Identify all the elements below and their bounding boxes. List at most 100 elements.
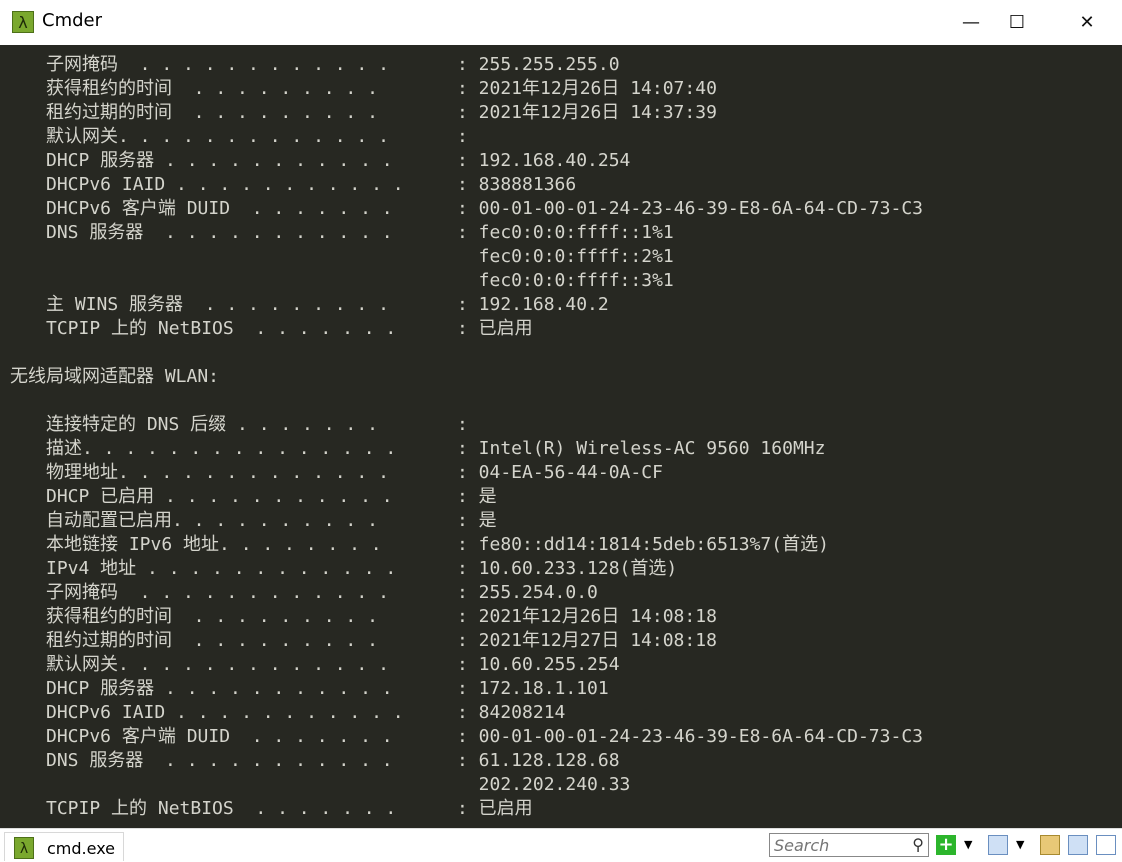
- field-label: DHCP 服务器 . . . . . . . . . . .: [46, 678, 404, 699]
- terminal-line: 默认网关. . . . . . . . . . . . . :: [0, 125, 1122, 149]
- field-value: : 2021年12月26日 14:37:39: [457, 102, 717, 123]
- field-value: fec0:0:0:ffff::3%1: [457, 270, 674, 291]
- field-label: 连接特定的 DNS 后缀 . . . . . . .: [46, 414, 389, 435]
- minimize-button[interactable]: —: [948, 0, 994, 45]
- field-value: fec0:0:0:ffff::2%1: [457, 246, 674, 267]
- field-label: DHCP 服务器 . . . . . . . . . . .: [46, 150, 404, 171]
- field-label: DHCP 已启用 . . . . . . . . . . .: [46, 486, 404, 507]
- field-value: :: [457, 126, 468, 147]
- field-label: 主 WINS 服务器 . . . . . . . . .: [46, 294, 400, 315]
- field-label: DHCPv6 IAID . . . . . . . . . . .: [46, 702, 415, 723]
- tab-label: cmd.exe: [47, 839, 116, 858]
- field-label: 获得租约的时间 . . . . . . . . .: [46, 606, 389, 627]
- field-value: : 10.60.255.254: [457, 654, 620, 675]
- field-label: 本地链接 IPv6 地址. . . . . . . .: [46, 534, 393, 555]
- field-value: : 61.128.128.68: [457, 750, 620, 771]
- window-title: Cmder: [42, 10, 103, 31]
- field-value: : 84208214: [457, 702, 566, 723]
- lock-icon[interactable]: [1040, 835, 1060, 855]
- terminal-line: DHCPv6 客户端 DUID . . . . . . . : 00-01-00…: [0, 197, 1122, 221]
- terminal-line: DHCP 已启用 . . . . . . . . . . . : 是: [0, 485, 1122, 509]
- terminal-line: 租约过期的时间 . . . . . . . . . : 2021年12月26日 …: [0, 101, 1122, 125]
- terminal-line: 连接特定的 DNS 后缀 . . . . . . . :: [0, 413, 1122, 437]
- scroll-icon[interactable]: [1068, 835, 1088, 855]
- chevron-down-icon[interactable]: ▼: [964, 838, 972, 851]
- field-value: : 00-01-00-01-24-23-46-39-E8-6A-64-CD-73…: [457, 726, 923, 747]
- field-value: : 2021年12月27日 14:08:18: [457, 630, 717, 651]
- field-label: 子网掩码 . . . . . . . . . . . .: [46, 54, 400, 75]
- search-box[interactable]: ⚲: [769, 833, 929, 857]
- terminal-line: 获得租约的时间 . . . . . . . . . : 2021年12月26日 …: [0, 77, 1122, 101]
- terminal-line: DHCP 服务器 . . . . . . . . . . . : 172.18.…: [0, 677, 1122, 701]
- field-label: IPv4 地址 . . . . . . . . . . . .: [46, 558, 408, 579]
- field-label: TCPIP 上的 NetBIOS . . . . . . .: [46, 798, 408, 819]
- field-value: : 已启用: [457, 798, 533, 819]
- field-value: : Intel(R) Wireless-AC 9560 160MHz: [457, 438, 826, 459]
- field-value: : fe80::dd14:1814:5deb:6513%7(首选): [457, 534, 829, 555]
- field-value: : 04-EA-56-44-0A-CF: [457, 462, 663, 483]
- field-label: DNS 服务器 . . . . . . . . . . .: [46, 750, 404, 771]
- close-button[interactable]: ✕: [1064, 0, 1110, 45]
- terminal-line: 描述. . . . . . . . . . . . . . . : Intel(…: [0, 437, 1122, 461]
- field-value: : 172.18.1.101: [457, 678, 609, 699]
- maximize-button[interactable]: ☐: [994, 0, 1040, 45]
- lambda-icon: λ: [12, 11, 34, 33]
- field-value: : 2021年12月26日 14:08:18: [457, 606, 717, 627]
- field-value: : 255.255.255.0: [457, 54, 620, 75]
- field-value: : fec0:0:0:ffff::1%1: [457, 222, 674, 243]
- terminal-line: DHCPv6 IAID . . . . . . . . . . . : 8388…: [0, 173, 1122, 197]
- search-icon[interactable]: ⚲: [912, 835, 924, 854]
- field-value: 202.202.240.33: [457, 774, 631, 795]
- title-bar: λ Cmder — ☐ ✕: [0, 0, 1122, 45]
- terminal-line: IPv4 地址 . . . . . . . . . . . . : 10.60.…: [0, 557, 1122, 581]
- terminal-line: 无线局域网适配器 WLAN:: [0, 365, 1122, 389]
- tab-cmd[interactable]: λ cmd.exe: [4, 832, 124, 861]
- field-label: 物理地址. . . . . . . . . . . . .: [46, 462, 400, 483]
- field-label: DHCPv6 IAID . . . . . . . . . . .: [46, 174, 415, 195]
- field-label: 自动配置已启用. . . . . . . . . .: [46, 510, 389, 531]
- field-label: 描述. . . . . . . . . . . . . . .: [46, 438, 408, 459]
- adapter-header: 无线局域网适配器 WLAN:: [10, 366, 220, 387]
- field-value: : 已启用: [457, 318, 533, 339]
- field-label: 子网掩码 . . . . . . . . . . . .: [46, 582, 400, 603]
- terminal-line: 子网掩码 . . . . . . . . . . . . : 255.255.2…: [0, 53, 1122, 77]
- split-icon[interactable]: [988, 835, 1008, 855]
- terminal-output[interactable]: 子网掩码 . . . . . . . . . . . . : 255.255.2…: [0, 45, 1122, 828]
- field-value: : 2021年12月26日 14:07:40: [457, 78, 717, 99]
- terminal-line: DHCP 服务器 . . . . . . . . . . . : 192.168…: [0, 149, 1122, 173]
- new-console-icon[interactable]: +: [936, 835, 956, 855]
- field-value: : 192.168.40.254: [457, 150, 631, 171]
- terminal-line: DNS 服务器 . . . . . . . . . . . : fec0:0:0…: [0, 221, 1122, 245]
- lambda-icon: λ: [14, 837, 34, 859]
- field-label: DNS 服务器 . . . . . . . . . . .: [46, 222, 404, 243]
- terminal-line: TCPIP 上的 NetBIOS . . . . . . . : 已启用: [0, 317, 1122, 341]
- terminal-line: DHCPv6 IAID . . . . . . . . . . . : 8420…: [0, 701, 1122, 725]
- terminal-line: fec0:0:0:ffff::2%1: [0, 245, 1122, 269]
- terminal-line: 物理地址. . . . . . . . . . . . . : 04-EA-56…: [0, 461, 1122, 485]
- terminal-line: 子网掩码 . . . . . . . . . . . . : 255.254.0…: [0, 581, 1122, 605]
- terminal-line: 租约过期的时间 . . . . . . . . . : 2021年12月27日 …: [0, 629, 1122, 653]
- field-label: TCPIP 上的 NetBIOS . . . . . . .: [46, 318, 408, 339]
- search-input[interactable]: [770, 834, 908, 856]
- menu-icon[interactable]: [1096, 835, 1116, 855]
- status-bar: λ cmd.exe ⚲ + ▼ ▼: [0, 828, 1122, 862]
- terminal-line: 202.202.240.33: [0, 773, 1122, 797]
- terminal-line: TCPIP 上的 NetBIOS . . . . . . . : 已启用: [0, 797, 1122, 821]
- field-value: : 838881366: [457, 174, 577, 195]
- field-value: : 10.60.233.128(首选): [457, 558, 678, 579]
- terminal-line: 自动配置已启用. . . . . . . . . . : 是: [0, 509, 1122, 533]
- terminal-line: 本地链接 IPv6 地址. . . . . . . . : fe80::dd14…: [0, 533, 1122, 557]
- field-label: 获得租约的时间 . . . . . . . . .: [46, 78, 389, 99]
- chevron-down-icon[interactable]: ▼: [1016, 838, 1024, 851]
- field-label: DHCPv6 客户端 DUID . . . . . . .: [46, 726, 404, 747]
- field-value: : 00-01-00-01-24-23-46-39-E8-6A-64-CD-73…: [457, 198, 923, 219]
- terminal-line: DHCPv6 客户端 DUID . . . . . . . : 00-01-00…: [0, 725, 1122, 749]
- field-value: : 是: [457, 486, 497, 507]
- field-value: : 192.168.40.2: [457, 294, 609, 315]
- field-label: 默认网关. . . . . . . . . . . . .: [46, 654, 400, 675]
- terminal-line: 默认网关. . . . . . . . . . . . . : 10.60.25…: [0, 653, 1122, 677]
- field-label: DHCPv6 客户端 DUID . . . . . . .: [46, 198, 404, 219]
- field-value: :: [457, 414, 468, 435]
